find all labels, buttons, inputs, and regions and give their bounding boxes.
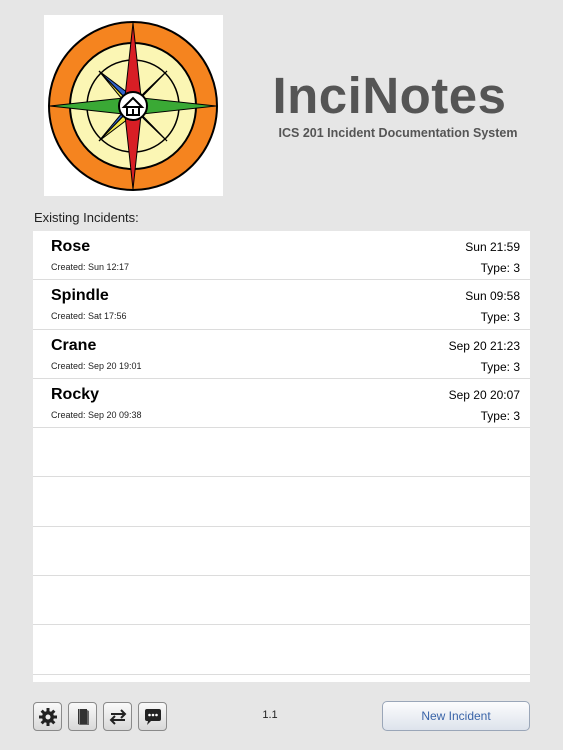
incident-updated-time: Sep 20 20:07 <box>448 387 520 402</box>
incident-name: Rocky <box>51 385 100 403</box>
incident-created: Created: Sat 17:56 <box>51 311 127 322</box>
empty-row <box>33 625 530 675</box>
incident-created: Created: Sep 20 19:01 <box>51 360 142 371</box>
gear-icon <box>38 707 57 726</box>
new-incident-button[interactable]: New Incident <box>382 701 530 731</box>
incident-row-crane[interactable]: Crane Created: Sep 20 19:01 Sep 20 21:23… <box>33 330 530 379</box>
app-subtitle: ICS 201 Incident Documentation System <box>278 126 518 140</box>
app-title: InciNotes <box>272 67 507 124</box>
incident-name: Crane <box>51 336 97 354</box>
incident-list[interactable]: Rose Created: Sun 12:17 Sun 21:59 Type: … <box>33 231 530 682</box>
incident-row-rose[interactable]: Rose Created: Sun 12:17 Sun 21:59 Type: … <box>33 231 530 281</box>
sync-button[interactable] <box>103 702 132 731</box>
settings-button[interactable] <box>33 702 62 731</box>
compass-rose-logo-icon <box>48 21 218 191</box>
incident-updated-time: Sun 21:59 <box>465 240 520 254</box>
empty-row <box>33 428 530 478</box>
incident-name: Rose <box>51 238 91 255</box>
incident-row-rocky[interactable]: Rocky Created: Sep 20 09:38 Sep 20 20:07… <box>33 379 530 429</box>
incident-row-spindle[interactable]: Spindle Created: Sat 17:56 Sun 09:58 Typ… <box>33 280 530 330</box>
incident-type: Type: 3 <box>480 310 520 325</box>
incident-type: Type: 3 <box>480 408 520 423</box>
chat-bubble-icon <box>144 708 161 725</box>
book-icon <box>77 708 89 725</box>
incident-name: Spindle <box>51 287 109 305</box>
incident-updated-time: Sun 09:58 <box>465 289 520 304</box>
incident-created: Created: Sun 12:17 <box>51 262 130 272</box>
empty-row <box>33 527 530 577</box>
incident-created: Created: Sep 20 09:38 <box>51 409 142 420</box>
empty-row <box>33 576 530 626</box>
version-label: 1.1 <box>262 709 278 721</box>
swap-arrows-icon <box>109 708 126 725</box>
feedback-button[interactable] <box>138 702 167 731</box>
incident-type: Type: 3 <box>480 261 520 275</box>
incident-type: Type: 3 <box>480 359 520 374</box>
incident-updated-time: Sep 20 21:23 <box>448 338 520 353</box>
existing-incidents-label: Existing Incidents: <box>34 210 139 225</box>
app-logo <box>44 15 223 196</box>
book-button[interactable] <box>68 702 97 731</box>
empty-row <box>33 477 530 527</box>
